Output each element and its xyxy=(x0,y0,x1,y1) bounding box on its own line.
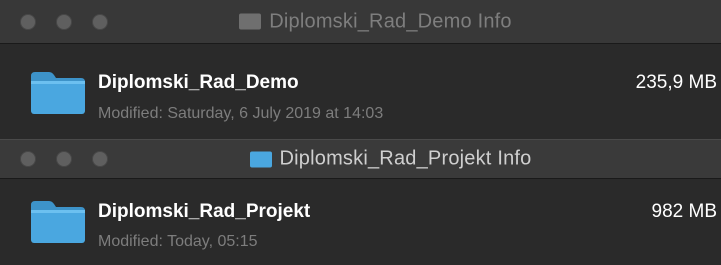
item-name: Diplomski_Rad_Demo xyxy=(98,72,299,93)
info-window-projekt[interactable]: Diplomski_Rad_Projekt Info Diplomski_Rad… xyxy=(0,139,721,265)
info-windows-stack: Diplomski_Rad_Demo Info Diplomski_Rad_De… xyxy=(0,0,721,265)
folder-icon xyxy=(31,201,85,243)
window-titlebar[interactable]: Diplomski_Rad_Demo Info xyxy=(0,0,721,44)
window-body: Diplomski_Rad_Projekt Modified: Today, 0… xyxy=(0,179,721,265)
item-modified: Modified: Saturday, 6 July 2019 at 14:03 xyxy=(98,105,384,122)
window-title: Diplomski_Rad_Projekt Info xyxy=(0,148,721,171)
window-title-text: Diplomski_Rad_Demo Info xyxy=(269,10,512,32)
folder-icon xyxy=(239,13,262,30)
window-title-text: Diplomski_Rad_Projekt Info xyxy=(279,147,532,170)
item-size: 235,9 MB xyxy=(635,72,717,93)
window-titlebar[interactable]: Diplomski_Rad_Projekt Info xyxy=(0,139,721,179)
item-modified: Modified: Today, 05:15 xyxy=(98,233,258,250)
window-body: Diplomski_Rad_Demo Modified: Saturday, 6… xyxy=(0,44,721,143)
item-name: Diplomski_Rad_Projekt xyxy=(98,201,311,222)
item-size: 982 MB xyxy=(651,201,717,222)
window-title: Diplomski_Rad_Demo Info xyxy=(0,10,721,33)
info-window-demo[interactable]: Diplomski_Rad_Demo Info Diplomski_Rad_De… xyxy=(0,0,721,143)
folder-icon xyxy=(31,72,85,114)
folder-icon xyxy=(249,151,272,167)
